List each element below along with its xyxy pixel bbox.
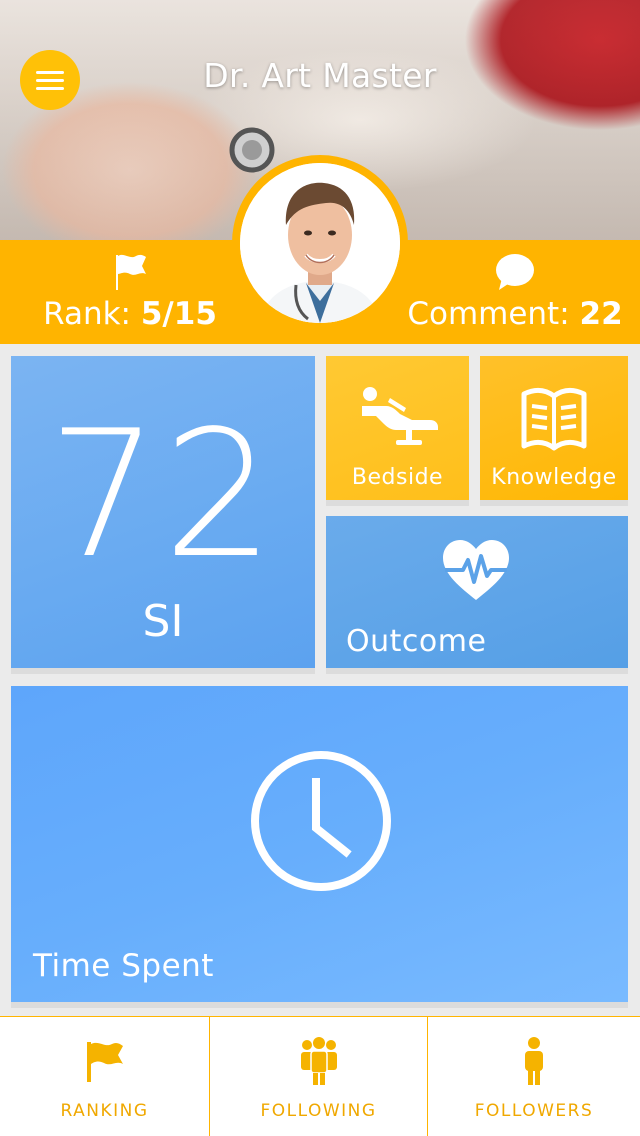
- nav-following-label: FOLLOWING: [260, 1101, 377, 1121]
- comment-icon: [496, 254, 534, 290]
- comment-value: 22: [579, 296, 623, 332]
- knowledge-label: Knowledge: [491, 465, 617, 490]
- flag-icon: [86, 1042, 123, 1082]
- rank-label: Rank:: [43, 296, 131, 332]
- comment-text: Comment: 22: [400, 296, 630, 332]
- nav-ranking-label: RANKING: [60, 1101, 149, 1121]
- doctor-portrait: [240, 163, 400, 323]
- nav-followers[interactable]: FOLLOWERS: [427, 1017, 640, 1136]
- outcome-label: Outcome: [346, 624, 487, 659]
- flag-icon: [116, 254, 146, 290]
- bedside-label: Bedside: [351, 465, 444, 490]
- doctor-name: Dr. Art Master: [203, 56, 437, 95]
- bottom-nav: RANKING FOLLOWING FOLLOWERS: [0, 1016, 640, 1136]
- rank-stat[interactable]: Rank: 5/15: [30, 240, 230, 344]
- bedside-tile[interactable]: Bedside: [326, 356, 469, 506]
- si-tile[interactable]: 72 SI: [11, 356, 315, 674]
- time-spent-label: Time Spent: [33, 948, 214, 984]
- si-label: SI: [142, 596, 184, 647]
- doctor-avatar-photo: [240, 163, 400, 323]
- outcome-tile[interactable]: Outcome: [326, 516, 628, 674]
- rank-text: Rank: 5/15: [30, 296, 230, 332]
- avatar[interactable]: [232, 155, 408, 331]
- clock-icon: [251, 751, 391, 891]
- book-icon-wrap: [480, 384, 628, 452]
- rank-value: 5/15: [140, 296, 217, 332]
- nav-ranking[interactable]: RANKING: [0, 1017, 209, 1136]
- bed-icon: [361, 387, 438, 445]
- book-icon: [521, 387, 587, 451]
- person-icon: [525, 1037, 543, 1085]
- comment-stat[interactable]: Comment: 22: [400, 240, 630, 344]
- knowledge-tile[interactable]: Knowledge: [480, 356, 628, 506]
- bed-icon-wrap: [326, 384, 469, 446]
- time-spent-tile[interactable]: Time Spent: [11, 686, 628, 1008]
- heartbeat-icon: [443, 540, 509, 600]
- comment-label: Comment:: [407, 296, 570, 332]
- group-icon: [300, 1037, 337, 1085]
- nav-following[interactable]: FOLLOWING: [209, 1017, 427, 1136]
- nav-followers-label: FOLLOWERS: [474, 1101, 594, 1121]
- si-value: 72: [47, 394, 279, 597]
